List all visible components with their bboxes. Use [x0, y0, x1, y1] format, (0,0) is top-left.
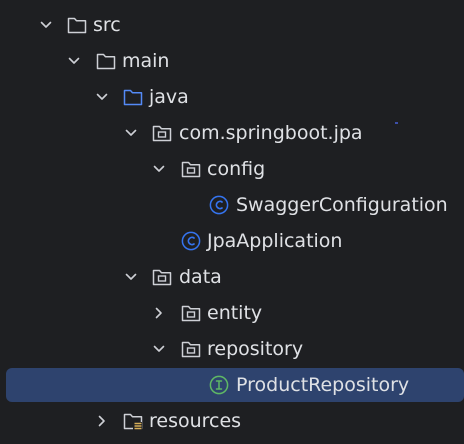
tree-item-repository[interactable]: repository [0, 331, 464, 367]
tree-item-label: ProductRepository [236, 374, 410, 396]
chevron-down-icon[interactable] [95, 90, 109, 104]
package-icon [152, 269, 172, 286]
tree-item-src[interactable]: src [0, 7, 464, 43]
chevron-right-icon[interactable] [95, 414, 109, 428]
tree-item-label: resources [149, 410, 242, 432]
tree-item-swagger-configuration[interactable]: SwaggerConfiguration [0, 187, 464, 223]
tree-item-label: repository [207, 338, 304, 360]
stray-pixel-mark [395, 122, 398, 124]
tree-item-main[interactable]: main [0, 43, 464, 79]
package-icon [181, 161, 201, 178]
package-icon [152, 125, 172, 142]
tree-item-label: java [149, 86, 189, 108]
tree-item-label: SwaggerConfiguration [236, 194, 448, 216]
tree-item-product-repository[interactable]: ProductRepository [0, 367, 464, 403]
class-icon [209, 195, 229, 215]
chevron-right-icon[interactable] [152, 306, 166, 320]
tree-item-label: data [179, 266, 222, 288]
package-icon [181, 305, 201, 322]
class-icon [181, 231, 201, 251]
tree-item-label: JpaApplication [207, 230, 343, 252]
chevron-down-icon[interactable] [124, 270, 138, 284]
tree-item-entity[interactable]: entity [0, 295, 464, 331]
resources-folder-icon [123, 413, 143, 430]
tree-item-config[interactable]: config [0, 151, 464, 187]
tree-item-label: com.springboot.jpa [179, 122, 363, 144]
project-tree: src main java com.springboot.jpa config … [0, 0, 464, 444]
chevron-down-icon[interactable] [152, 162, 166, 176]
package-icon [181, 341, 201, 358]
tree-item-jpa-application[interactable]: JpaApplication [0, 223, 464, 259]
folder-icon [67, 17, 87, 34]
chevron-down-icon[interactable] [152, 342, 166, 356]
interface-icon [209, 375, 229, 395]
tree-item-resources[interactable]: resources [0, 403, 464, 439]
chevron-down-icon[interactable] [67, 54, 81, 68]
tree-item-data[interactable]: data [0, 259, 464, 295]
chevron-down-icon[interactable] [124, 126, 138, 140]
chevron-down-icon[interactable] [39, 18, 53, 32]
folder-icon [96, 53, 116, 70]
tree-item-label: main [122, 50, 170, 72]
tree-item-com-springboot-jpa[interactable]: com.springboot.jpa [0, 115, 464, 151]
tree-item-label: src [93, 14, 121, 36]
tree-item-label: entity [207, 302, 263, 324]
tree-item-java[interactable]: java [0, 79, 464, 115]
source-root-folder-icon [123, 89, 143, 106]
tree-item-label: config [207, 158, 266, 180]
